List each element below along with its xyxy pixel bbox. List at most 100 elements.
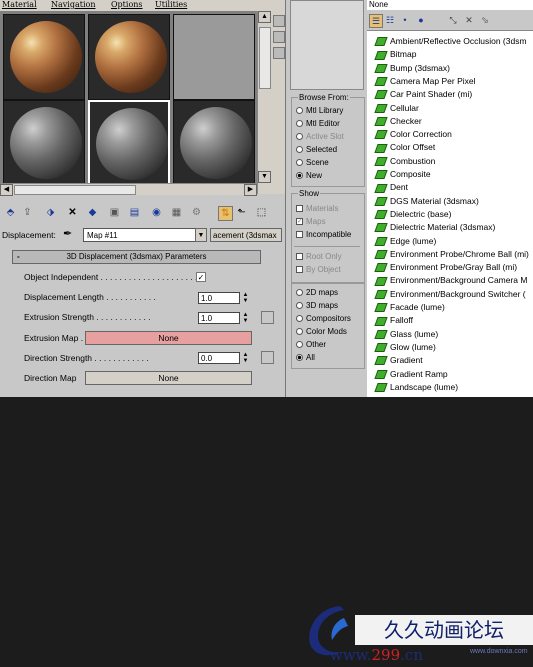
material-navigator-icon[interactable]: ⬑ (235, 206, 248, 219)
sample-slot-6[interactable] (173, 100, 255, 186)
displacement-length-spinner[interactable]: 1.0 (198, 292, 240, 304)
make-unique-icon[interactable]: ◆ (86, 206, 99, 219)
backlight-icon[interactable] (273, 31, 285, 43)
map-list-item[interactable]: Ambient/Reflective Occlusion (3dsm (374, 35, 527, 48)
eyedropper-icon[interactable]: ✒ (63, 227, 72, 240)
map-list-item[interactable]: Falloff (374, 314, 413, 327)
spinner-arrows-icon[interactable]: ▲ ▼ (242, 292, 249, 304)
radio-other[interactable]: Other (296, 340, 326, 349)
collapse-icon[interactable]: - (17, 251, 20, 263)
map-list-item[interactable]: Checker (374, 115, 422, 128)
show-end-result-icon[interactable]: ▦ (170, 206, 183, 219)
view-large-icons-icon[interactable]: ● (415, 14, 427, 26)
clear-material-library-icon[interactable]: ⬂ (479, 14, 491, 26)
map-list-item[interactable]: Glow (lume) (374, 341, 436, 354)
radio-3d-maps[interactable]: 3D maps (296, 301, 338, 310)
map-list-item[interactable]: Cellular (374, 102, 419, 115)
map-list-item[interactable]: Dielectric Material (3dsmax) (374, 221, 495, 234)
map-list-item[interactable]: Color Offset (374, 141, 435, 154)
put-to-library-icon[interactable]: ▣ (108, 206, 121, 219)
scrollbar-thumb[interactable] (259, 27, 271, 89)
view-list-icon[interactable]: ☰ (369, 14, 383, 28)
update-scene-materials-icon[interactable]: ⤡ (447, 14, 459, 26)
spinner-arrows-icon[interactable]: ▲ ▼ (242, 352, 249, 364)
menu-navigation[interactable]: Navigation (51, 0, 95, 9)
go-to-parent-icon[interactable]: ⚙ (190, 206, 203, 219)
checkbox-icon (296, 266, 303, 274)
view-small-icons-icon[interactable]: • (399, 14, 411, 26)
map-list-item[interactable]: Environment/Background Camera M (374, 274, 527, 287)
menu-material[interactable]: Material (2, 0, 37, 9)
go-to-sibling-icon[interactable]: ⇅ (218, 206, 233, 221)
radio-selected[interactable]: Selected (296, 145, 337, 154)
radio-color-mods[interactable]: Color Mods (296, 327, 347, 336)
radio-2d-maps[interactable]: 2D maps (296, 288, 338, 297)
show-map-icon[interactable]: ◉ (150, 206, 163, 219)
slots-horizontal-scrollbar[interactable]: ◀ ▶ (0, 183, 257, 196)
delete-from-library-icon[interactable]: ✕ (463, 14, 475, 26)
map-name-dropdown-icon[interactable]: ▼ (195, 228, 207, 242)
map-list-item[interactable]: Gradient Ramp (374, 368, 448, 381)
menu-options[interactable]: Options (111, 0, 143, 9)
map-name-field[interactable]: Map #11 (83, 228, 207, 242)
reset-map-icon[interactable]: ✕ (66, 206, 79, 219)
map-list-item[interactable]: Environment Probe/Gray Ball (mi) (374, 261, 517, 274)
radio-mtl-library[interactable]: Mtl Library (296, 106, 343, 115)
map-list-item[interactable]: Dielectric (base) (374, 208, 451, 221)
scroll-up-icon[interactable]: ▲ (258, 11, 271, 23)
extrusion-strength-spinner[interactable]: 1.0 (198, 312, 240, 324)
rollout-header[interactable]: - 3D Displacement (3dsmax) Parameters (12, 250, 261, 264)
scroll-right-icon[interactable]: ▶ (244, 184, 257, 196)
extrusion-map-button[interactable]: None (85, 331, 252, 345)
check-incompatible[interactable]: Incompatible (296, 230, 351, 239)
map-list-item[interactable]: Combustion (374, 155, 435, 168)
scroll-left-icon[interactable]: ◀ (0, 184, 13, 196)
radio-all[interactable]: All (296, 353, 315, 362)
map-list-item[interactable]: Landscape (lume) (374, 381, 458, 394)
sample-slot-1[interactable] (3, 14, 85, 100)
radio-new[interactable]: New (296, 171, 322, 180)
direction-map-button[interactable]: None (85, 371, 252, 385)
spinner-arrows-icon[interactable]: ▲ ▼ (242, 312, 249, 324)
map-list-item[interactable]: Environment Probe/Chrome Ball (mi) (374, 248, 529, 261)
assign-to-selection-icon[interactable]: ⬗ (44, 206, 57, 219)
map-list-item[interactable]: Color Correction (374, 128, 452, 141)
slots-vertical-scrollbar[interactable]: ▲ ▼ (257, 11, 271, 194)
object-independent-label: Object Independent . . . . . . . . . . .… (24, 272, 198, 282)
scroll-down-icon[interactable]: ▼ (258, 171, 271, 183)
scrollbar-thumb[interactable] (14, 185, 136, 195)
direction-lock-button[interactable] (261, 351, 274, 364)
map-list-item[interactable]: DGS Material (3dsmax) (374, 195, 479, 208)
object-independent-checkbox[interactable]: ✓ (196, 272, 206, 282)
extrusion-lock-button[interactable] (261, 311, 274, 324)
view-list-icons-icon[interactable]: ☷ (384, 14, 396, 26)
map-list-item[interactable]: Gradient (374, 354, 423, 367)
map-list-item[interactable]: Bump (3dsmax) (374, 62, 450, 75)
map-list-item[interactable]: Camera Map Per Pixel (374, 75, 476, 88)
menu-utilities[interactable]: Utilities (155, 0, 187, 9)
radio-mtl-editor[interactable]: Mtl Editor (296, 119, 340, 128)
map-type-icon (374, 303, 388, 313)
radio-compositors[interactable]: Compositors (296, 314, 351, 323)
sample-slot-3[interactable] (173, 14, 255, 100)
pick-material-icon[interactable]: ⬚ (255, 206, 268, 219)
map-list-item[interactable]: Edge (lume) (374, 235, 436, 248)
map-list-item[interactable]: Facade (lume) (374, 301, 445, 314)
background-icon[interactable] (273, 47, 285, 59)
map-list-item[interactable]: Car Paint Shader (mi) (374, 88, 472, 101)
material-effects-channel-icon[interactable]: ▤ (128, 206, 141, 219)
get-material-icon[interactable]: ⬘ (4, 206, 17, 219)
map-list-item[interactable]: Glass (lume) (374, 328, 438, 341)
map-list-item[interactable]: Dent (374, 181, 408, 194)
sample-slot-5-active[interactable] (88, 100, 170, 186)
direction-strength-spinner[interactable]: 0.0 (198, 352, 240, 364)
map-list-item[interactable]: Bitmap (374, 48, 416, 61)
sample-type-icon[interactable] (273, 15, 285, 27)
map-list-item[interactable]: Composite (374, 168, 431, 181)
map-type-button[interactable]: acement (3dsmax (210, 228, 282, 242)
sample-slot-2[interactable] (88, 14, 170, 100)
radio-scene[interactable]: Scene (296, 158, 329, 167)
map-list-item[interactable]: Environment/Background Switcher ( (374, 288, 526, 301)
put-to-scene-icon[interactable]: ⇪ (21, 206, 34, 219)
sample-slot-4[interactable] (3, 100, 85, 186)
